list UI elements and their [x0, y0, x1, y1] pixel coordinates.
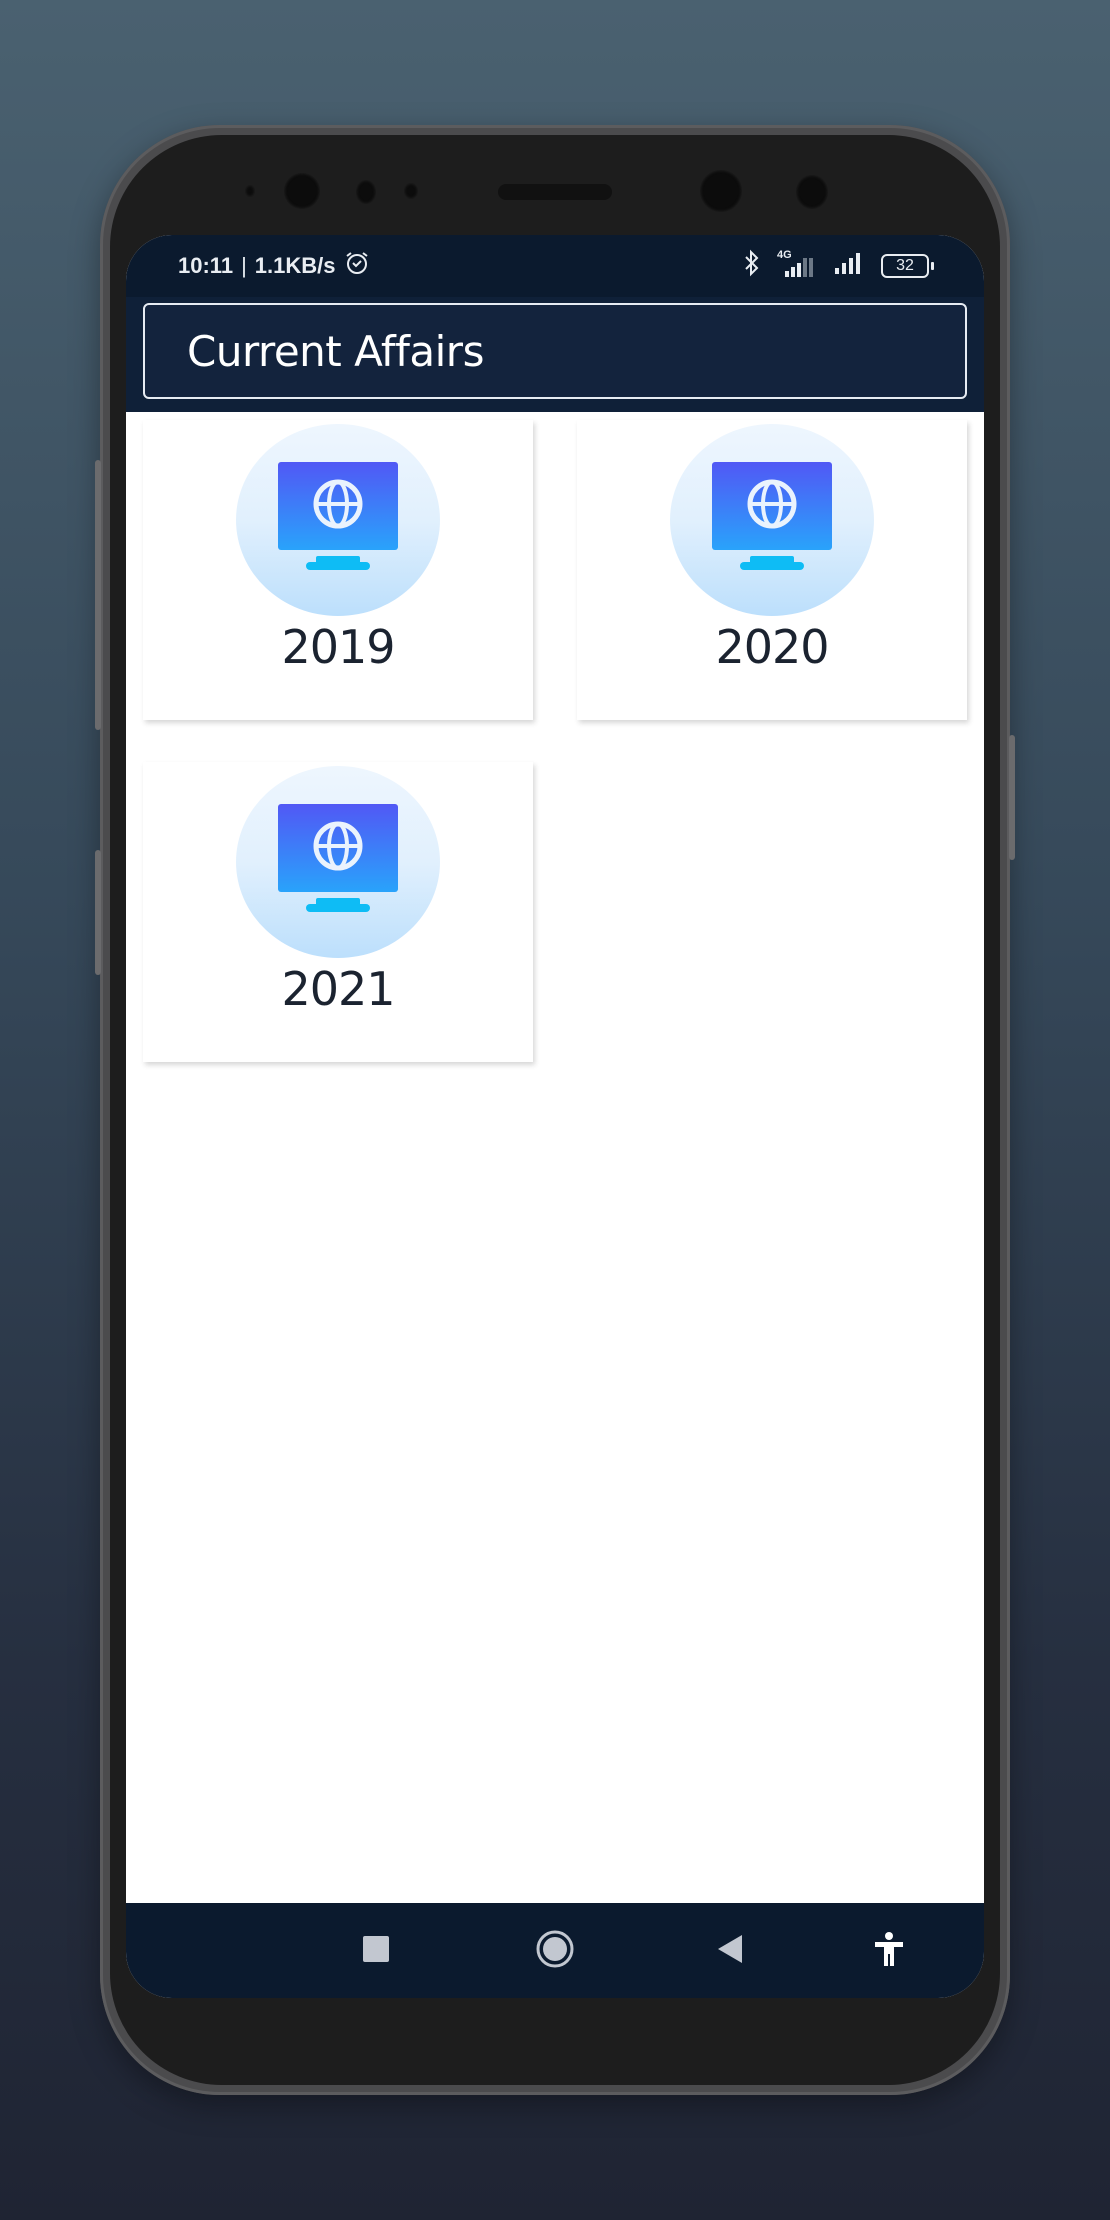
proximity-sensor [245, 185, 255, 197]
recents-square-icon [363, 1935, 389, 1967]
status-bar: 10:11 | 1.1KB/s 4G 32 [126, 235, 984, 297]
volume-down-button [95, 850, 101, 975]
monitor-globe-icon [276, 461, 400, 579]
network-speed: 1.1KB/s [254, 253, 336, 278]
status-time: 10:11 [178, 253, 234, 278]
sensor-dot [356, 180, 376, 204]
bluetooth-icon [743, 249, 761, 283]
sensor-dot [796, 175, 828, 209]
monitor-globe-icon [276, 803, 400, 921]
accessibility-icon [873, 1931, 905, 1971]
sensor-dot [404, 183, 418, 199]
front-camera-secondary [700, 170, 742, 212]
volume-up-button [95, 460, 101, 730]
category-card-2019[interactable]: 2019 [143, 420, 533, 720]
signal-icon [833, 251, 867, 281]
card-label: 2020 [715, 620, 829, 674]
category-card-2021[interactable]: 2021 [143, 762, 533, 1062]
navigation-bar [126, 1903, 984, 1998]
network-type: 4G [777, 249, 792, 261]
battery-icon: 32 [881, 254, 934, 278]
app-bar-title-box: Current Affairs [143, 303, 967, 399]
accessibility-button[interactable] [861, 1923, 917, 1979]
home-circle-icon [535, 1929, 575, 1974]
category-card-2020[interactable]: 2020 [577, 420, 967, 720]
back-triangle-icon [716, 1934, 744, 1969]
mobile-signal-icon: 4G [775, 249, 819, 279]
battery-level: 32 [896, 257, 914, 274]
back-button[interactable] [702, 1923, 758, 1979]
icon-background [670, 424, 874, 616]
home-button[interactable] [527, 1923, 583, 1979]
monitor-globe-icon [710, 461, 834, 579]
screen: 10:11 | 1.1KB/s 4G 32 Current Affairs 20… [126, 235, 984, 1998]
page-title: Current Affairs [187, 326, 484, 376]
power-button [1009, 735, 1015, 860]
icon-background [236, 766, 440, 958]
front-camera [284, 173, 320, 209]
status-separator: | [241, 253, 247, 278]
app-bar: Current Affairs [126, 297, 984, 412]
card-label: 2021 [281, 962, 395, 1016]
icon-background [236, 424, 440, 616]
card-label: 2019 [281, 620, 395, 674]
earpiece-speaker [498, 184, 612, 200]
alarm-clock-icon [344, 250, 370, 282]
recents-button[interactable] [348, 1923, 404, 1979]
